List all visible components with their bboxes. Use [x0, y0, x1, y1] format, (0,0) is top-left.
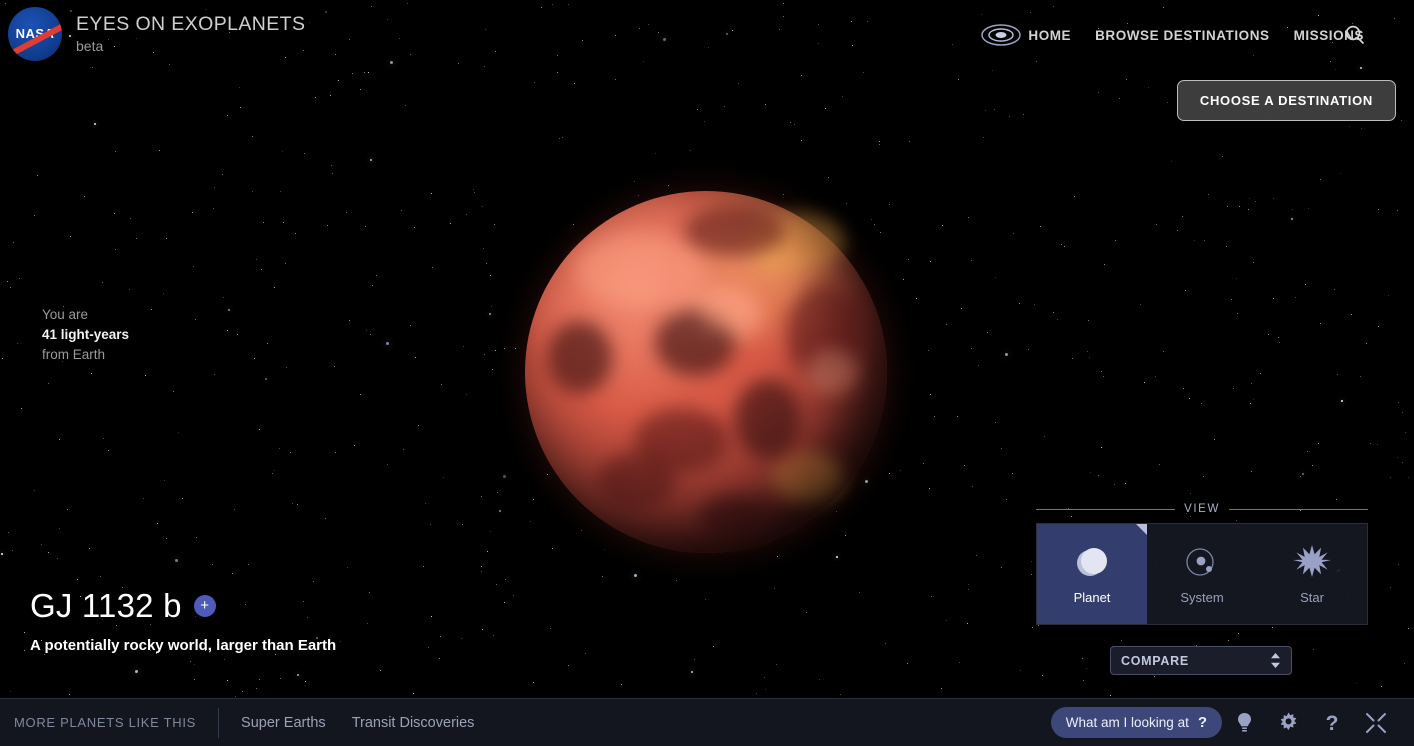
planet-description: A potentially rocky world, larger than E… [30, 637, 337, 654]
compare-dropdown[interactable]: COMPARE [1110, 646, 1292, 675]
nav-home[interactable]: HOME [1028, 28, 1071, 43]
galaxy-icon [981, 24, 1022, 46]
view-panel: VIEW Planet System Star [1036, 503, 1369, 625]
view-tab-planet-label: Planet [1073, 590, 1111, 605]
distance-line-3: from Earth [42, 347, 106, 362]
tag-super-earths[interactable]: Super Earths [241, 715, 326, 731]
bottom-bar: MORE PLANETS LIKE THIS Super Earths Tran… [0, 698, 1414, 746]
what-am-i-looking-at-label: What am I looking at [1065, 715, 1189, 730]
view-tab-star-label: Star [1300, 590, 1324, 605]
distance-line-1: You are [42, 307, 89, 322]
choose-destination-button[interactable]: CHOOSE A DESTINATION [1176, 80, 1396, 121]
more-planets-label: MORE PLANETS LIKE THIS [14, 715, 197, 730]
view-tab-star[interactable]: Star [1257, 524, 1367, 624]
site-title: EYES ON EXOPLANETS [76, 13, 306, 35]
view-panel-header: VIEW [1036, 503, 1369, 515]
nasa-logo-icon[interactable]: NASA [8, 7, 62, 61]
bottom-bar-divider [218, 707, 220, 738]
exoplanets-viewer: NASA EYES ON EXOPLANETS beta HOME BROWSE… [0, 0, 1414, 746]
tag-transit-discoveries[interactable]: Transit Discoveries [352, 715, 475, 731]
what-am-i-looking-at-button[interactable]: What am I looking at ? [1050, 707, 1222, 738]
planet-sphere [525, 191, 887, 553]
view-tab-planet[interactable]: Planet [1037, 524, 1147, 624]
view-rule-right [1228, 508, 1369, 510]
distance-value: 41 light-years [42, 327, 130, 342]
distance-readout: You are 41 light-years from Earth [42, 305, 129, 365]
nav-browse-destinations[interactable]: BROWSE DESTINATIONS [1095, 28, 1269, 43]
main-nav: HOME BROWSE DESTINATIONS MISSIONS [980, 22, 1364, 48]
what-am-i-looking-at-mark: ? [1197, 714, 1207, 731]
view-tab-group: Planet System Star [1036, 523, 1368, 625]
lightbulb-icon[interactable] [1222, 706, 1266, 740]
brand[interactable]: NASA EYES ON EXOPLANETS beta [8, 7, 305, 61]
bottom-bar-controls: What am I looking at ? ? [1050, 706, 1414, 740]
compare-label: COMPARE [1121, 653, 1189, 668]
brand-text: EYES ON EXOPLANETS beta [76, 13, 305, 55]
add-to-list-button[interactable]: + [193, 595, 216, 617]
planet-title-row: GJ 1132 b + [30, 587, 336, 625]
planet-name: GJ 1132 b [30, 587, 182, 624]
site-subtitle: beta [76, 38, 104, 54]
planet-icon [1077, 548, 1107, 576]
star-burst-icon [1293, 545, 1331, 577]
view-tab-system-label: System [1180, 590, 1224, 605]
view-rule-left [1036, 508, 1176, 510]
view-panel-title: VIEW [1184, 503, 1220, 515]
view-tab-system[interactable]: System [1147, 524, 1257, 624]
system-orbit-icon [1186, 548, 1214, 576]
planet-title-block: GJ 1132 b + A potentially rocky world, l… [30, 587, 336, 654]
svg-text:?: ? [1326, 712, 1339, 735]
search-icon[interactable] [1344, 24, 1366, 46]
help-question-icon[interactable]: ? [1310, 706, 1354, 740]
planet-render[interactable] [525, 191, 887, 553]
site-header: NASA EYES ON EXOPLANETS beta HOME BROWSE… [0, 0, 1414, 70]
fullscreen-icon[interactable] [1354, 706, 1398, 740]
gear-icon[interactable] [1266, 706, 1310, 740]
stepper-arrows-icon [1271, 653, 1280, 668]
